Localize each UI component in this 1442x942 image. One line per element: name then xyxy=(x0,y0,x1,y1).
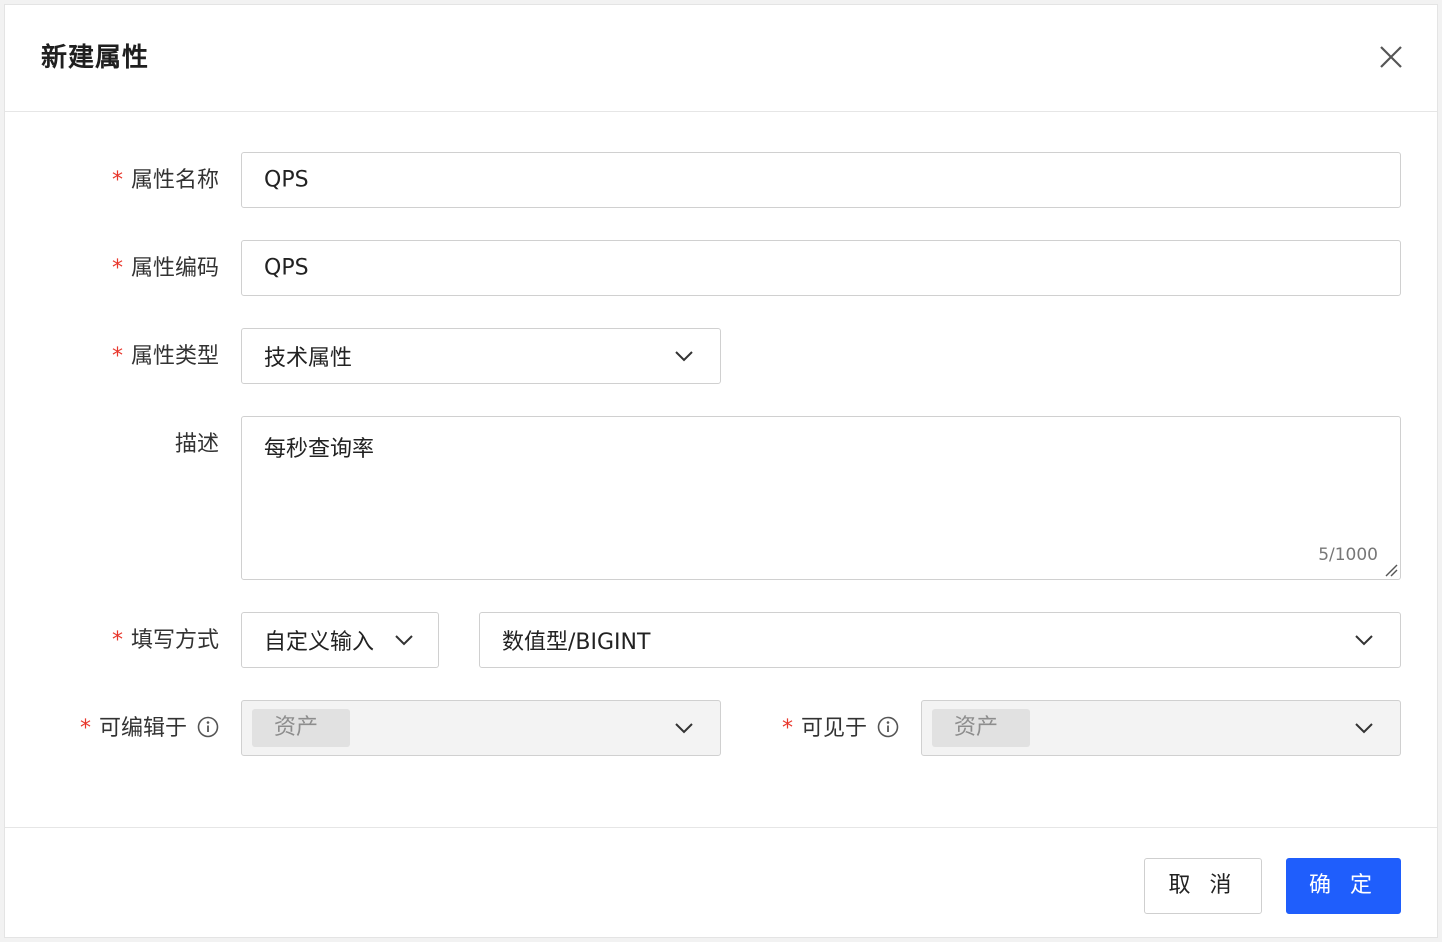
chevron-down-icon xyxy=(1355,635,1373,646)
char-counter: 5/1000 xyxy=(1318,545,1378,565)
new-attribute-dialog: 新建属性 * 属性名称 QPS * 属性编码 QPS * 属性类型 技术属性 描述 每… xyxy=(4,4,1438,938)
required-mark: * xyxy=(111,628,123,653)
visible-in-select[interactable]: 资产 xyxy=(921,700,1401,756)
type-select[interactable]: 技术属性 xyxy=(241,328,721,384)
chevron-down-icon xyxy=(1355,723,1373,734)
chevron-down-icon xyxy=(395,635,413,646)
visible-in-label: * 可见于 xyxy=(782,714,899,744)
footer-divider xyxy=(5,827,1437,828)
name-input[interactable]: QPS xyxy=(241,152,1401,208)
editable-in-tag: 资产 xyxy=(252,709,350,747)
editable-in-label: * 可编辑于 xyxy=(80,714,219,744)
close-icon[interactable] xyxy=(1375,41,1407,73)
fill-mode-value: 自定义输入 xyxy=(264,630,375,655)
dialog-header: 新建属性 xyxy=(5,5,1437,112)
code-label: * 属性编码 xyxy=(111,256,219,281)
description-textarea[interactable]: 每秒查询率 5/1000 xyxy=(241,416,1401,580)
name-input-value: QPS xyxy=(264,167,309,193)
description-label: 描述 xyxy=(174,432,219,457)
visible-in-tag: 资产 xyxy=(932,709,1030,747)
code-input-value: QPS xyxy=(264,255,309,281)
info-icon[interactable] xyxy=(197,716,219,738)
data-type-select[interactable]: 数值型/BIGINT xyxy=(479,612,1401,668)
required-mark: * xyxy=(111,256,123,281)
fill-mode-select[interactable]: 自定义输入 xyxy=(241,612,439,668)
dialog-title: 新建属性 xyxy=(41,43,150,73)
resize-handle-icon[interactable] xyxy=(1384,563,1398,577)
ok-button[interactable]: 确 定 xyxy=(1286,858,1401,914)
data-type-value: 数值型/BIGINT xyxy=(502,630,651,655)
code-input[interactable]: QPS xyxy=(241,240,1401,296)
required-mark: * xyxy=(79,716,91,741)
required-mark: * xyxy=(781,716,793,741)
name-label: * 属性名称 xyxy=(111,168,219,193)
type-select-value: 技术属性 xyxy=(264,346,353,371)
required-mark: * xyxy=(111,168,123,193)
type-label: * 属性类型 xyxy=(111,344,219,369)
editable-in-select[interactable]: 资产 xyxy=(241,700,721,756)
fill-method-label: * 填写方式 xyxy=(111,628,219,653)
info-icon[interactable] xyxy=(877,716,899,738)
required-mark: * xyxy=(111,344,123,369)
description-value: 每秒查询率 xyxy=(264,437,375,462)
chevron-down-icon xyxy=(675,723,693,734)
cancel-button[interactable]: 取 消 xyxy=(1144,858,1262,914)
chevron-down-icon xyxy=(675,351,693,362)
